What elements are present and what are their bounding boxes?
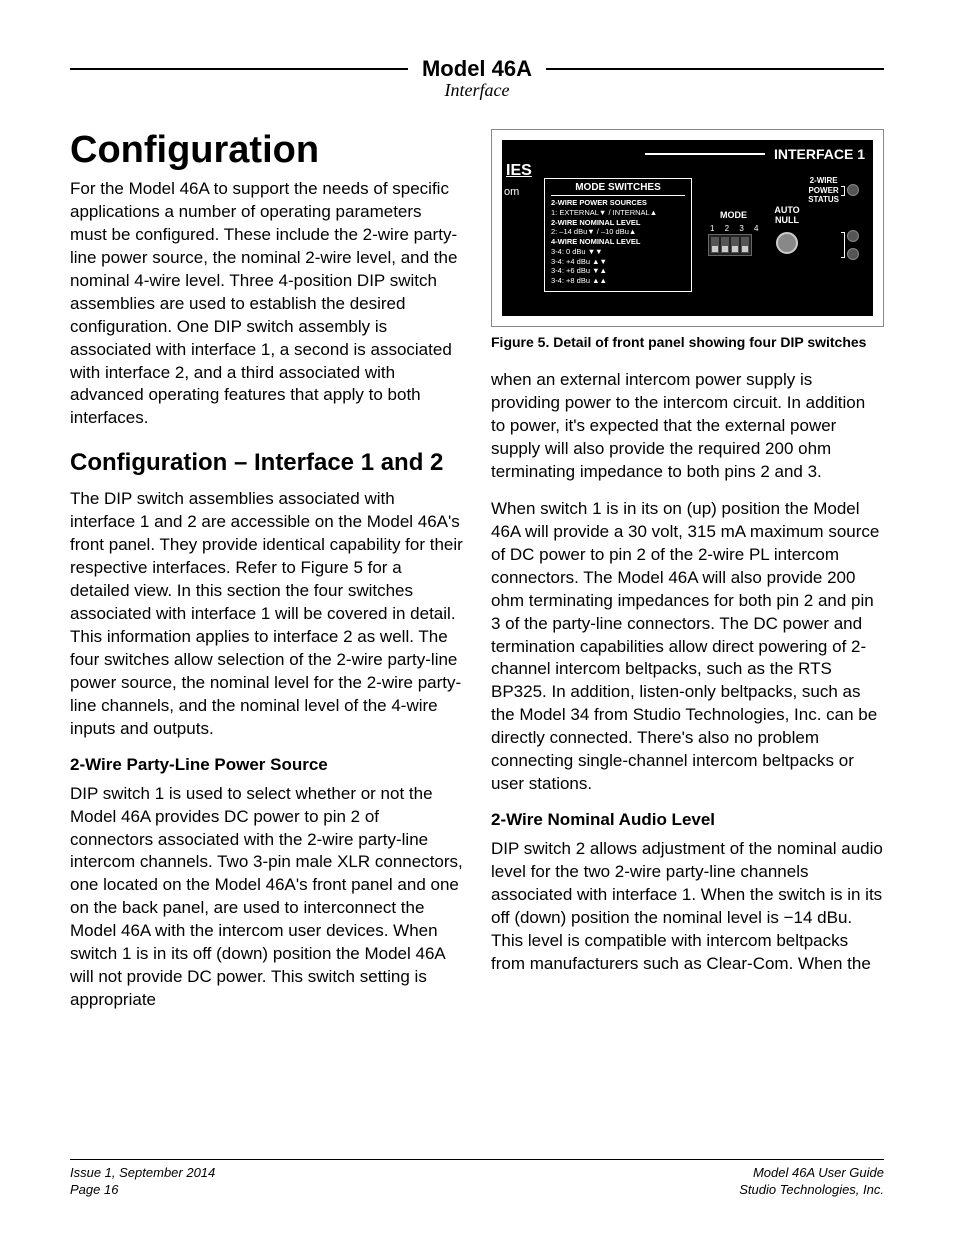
mode-switches-box: MODE SWITCHES 2-WIRE POWER SOURCES 1: EX… <box>544 178 692 292</box>
mode-line: 1: EXTERNAL▼ / INTERNAL▲ <box>551 208 685 218</box>
content-columns: Configuration For the Model 46A to suppo… <box>70 129 884 1026</box>
dip-switch-icon <box>711 237 719 253</box>
body-paragraph: DIP switch 2 allows adjustment of the no… <box>491 838 884 976</box>
header-rule-right <box>546 68 884 70</box>
subsection-heading: Configuration – Interface 1 and 2 <box>70 448 463 478</box>
dip-switch-icon <box>741 237 749 253</box>
header-rule-left <box>70 68 408 70</box>
mode-line: 2-WIRE POWER SOURCES <box>551 198 685 208</box>
footer-left: Issue 1, September 2014 Page 16 <box>70 1164 215 1199</box>
body-paragraph: When switch 1 is in its on (up) position… <box>491 498 884 796</box>
mode-line: 3-4: +8 dBu ▲▲ <box>551 276 685 286</box>
wire-power-status-label: 2-WIRE POWER STATUS <box>808 176 839 205</box>
footer-company: Studio Technologies, Inc. <box>739 1181 884 1199</box>
footer-right: Model 46A User Guide Studio Technologies… <box>739 1164 884 1199</box>
mode-label: MODE <box>720 210 747 220</box>
page-footer: Issue 1, September 2014 Page 16 Model 46… <box>70 1159 884 1199</box>
dip-switch-icon <box>731 237 739 253</box>
subheading-nominal-level: 2-Wire Nominal Audio Level <box>491 810 884 830</box>
led-icon <box>847 230 859 242</box>
mode-line: 3-4: +6 dBu ▼▲ <box>551 266 685 276</box>
footer-page: Page 16 <box>70 1181 215 1199</box>
led-icon <box>847 184 859 196</box>
mode-line: 3-4: +4 dBu ▲▼ <box>551 257 685 267</box>
dip-numbers: 1 2 3 4 <box>710 224 762 233</box>
intro-paragraph: For the Model 46A to support the needs o… <box>70 178 463 430</box>
mode-line: 4-WIRE NOMINAL LEVEL <box>551 237 685 247</box>
body-paragraph: The DIP switch assemblies associated wit… <box>70 488 463 740</box>
section-heading: Configuration <box>70 129 463 172</box>
mode-box-title: MODE SWITCHES <box>551 182 685 196</box>
auto-null-button-icon <box>776 232 798 254</box>
mode-line: 2: –14 dBu▼ / –10 dBu▲ <box>551 227 685 237</box>
interface-label: INTERFACE 1 <box>774 146 865 162</box>
mode-line: 2-WIRE NOMINAL LEVEL <box>551 218 685 228</box>
figure-caption: Figure 5. Detail of front panel showing … <box>491 333 884 351</box>
om-text: om <box>504 186 519 198</box>
body-paragraph: when an external intercom power supply i… <box>491 369 884 484</box>
page-header: Model 46A Interface <box>70 56 884 101</box>
auto-null-label: AUTO NULL <box>772 206 802 226</box>
right-column: INTERFACE 1 IES om MODE SWITCHES 2-WIRE … <box>491 129 884 1026</box>
subheading-power-source: 2-Wire Party-Line Power Source <box>70 755 463 775</box>
ies-text: IES <box>506 162 532 180</box>
footer-guide: Model 46A User Guide <box>739 1164 884 1182</box>
footer-issue: Issue 1, September 2014 <box>70 1164 215 1182</box>
header-title: Model 46A <box>416 56 538 82</box>
dip-switch-bank <box>708 234 752 256</box>
interface-line <box>645 153 765 155</box>
figure-5: INTERFACE 1 IES om MODE SWITCHES 2-WIRE … <box>491 129 884 327</box>
left-column: Configuration For the Model 46A to suppo… <box>70 129 463 1026</box>
body-paragraph: DIP switch 1 is used to select whether o… <box>70 783 463 1012</box>
bracket-icon <box>841 232 845 258</box>
dip-switch-icon <box>721 237 729 253</box>
front-panel-diagram: INTERFACE 1 IES om MODE SWITCHES 2-WIRE … <box>502 140 873 316</box>
header-subtitle: Interface <box>70 80 884 101</box>
bracket-icon <box>841 186 845 196</box>
mode-line: 3-4: 0 dBu ▼▼ <box>551 247 685 257</box>
led-icon <box>847 248 859 260</box>
